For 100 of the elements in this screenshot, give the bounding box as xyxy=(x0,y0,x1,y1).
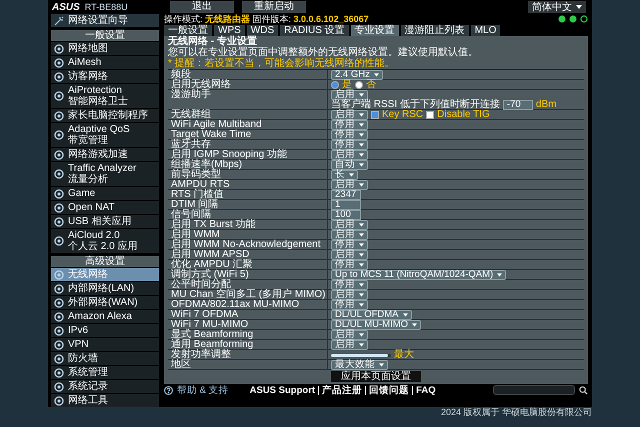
apply-button[interactable]: 应用本页面设置 xyxy=(331,371,421,382)
caret-icon xyxy=(412,323,418,327)
dropdown[interactable]: DL/UL MU-MIMO xyxy=(331,320,422,330)
unit-label: dBm xyxy=(536,100,556,110)
dropdown[interactable]: 启用 xyxy=(331,250,368,260)
sidebar-item[interactable]: Game xyxy=(51,187,159,200)
sidebar-item[interactable]: Open NAT xyxy=(51,201,159,214)
sidebar-item[interactable]: Traffic Analyzer 流量分析 xyxy=(51,162,159,186)
sidebar-item[interactable]: 家长电脑控制程序 xyxy=(51,109,159,122)
caret-icon xyxy=(359,163,364,167)
caret-icon xyxy=(359,123,364,127)
caret-icon xyxy=(359,343,364,347)
sidebar-item[interactable]: AiMesh xyxy=(51,56,159,69)
dropdown[interactable]: 停用 xyxy=(331,260,368,270)
sidebar-item[interactable]: 系统记录 xyxy=(51,380,159,393)
setting-label: 漫游助手 xyxy=(170,90,212,102)
status-dot-icon[interactable] xyxy=(569,15,577,23)
footer-link[interactable]: 产品注册 xyxy=(318,386,366,394)
setting-label: 调制方式 (WiFi 5) xyxy=(170,270,250,280)
tab[interactable]: MLO xyxy=(470,25,500,36)
caret-icon xyxy=(359,153,364,157)
dropdown[interactable]: 最大效能 xyxy=(331,360,388,370)
dropdown[interactable]: 停用 xyxy=(331,300,368,310)
ring-icon[interactable] xyxy=(580,15,588,23)
caret-icon xyxy=(359,223,364,227)
dropdown[interactable]: 启用 xyxy=(331,110,368,120)
setting-label: RTS 门槛值 xyxy=(170,190,225,200)
sidebar-item[interactable]: 网络工具 xyxy=(51,394,159,407)
dropdown[interactable]: 启用 xyxy=(331,90,368,100)
tab[interactable]: WPS xyxy=(214,25,245,36)
footer-link[interactable]: ASUS Support xyxy=(246,386,318,394)
setting-label: 公平时间分配 xyxy=(170,280,231,290)
dropdown[interactable]: 启用 xyxy=(331,340,368,350)
caret-icon xyxy=(359,303,364,307)
sidebar-item[interactable]: Adaptive QoS 带宽管理 xyxy=(51,123,159,147)
radio-button[interactable] xyxy=(355,81,363,89)
sidebar-item[interactable]: 系统管理 xyxy=(51,366,159,379)
sidebar-item[interactable]: AiCloud 2.0 个人云 2.0 应用 xyxy=(51,229,159,253)
tab[interactable]: WDS xyxy=(246,25,278,36)
status-dot-icon[interactable] xyxy=(558,15,566,23)
dropdown[interactable]: 启用 xyxy=(331,290,368,300)
dropdown[interactable]: 启用 xyxy=(331,150,368,160)
sidebar-item[interactable]: AiProtection 智能网络卫士 xyxy=(51,84,159,108)
setup-wizard-item[interactable]: 网络设置向导 xyxy=(51,14,159,27)
checkbox[interactable] xyxy=(426,111,434,119)
sidebar-item[interactable]: 网络地图 xyxy=(51,42,159,55)
input-field[interactable]: 1 xyxy=(331,200,361,210)
dropdown[interactable]: DL/UL OFDMA xyxy=(331,310,412,320)
warning-note: * 提醒：若设置不当，可能会影响无线网络的性能。 xyxy=(168,58,396,69)
setting-label: 显式 Beamforming xyxy=(170,330,254,340)
sidebar-item[interactable]: 内部网络(LAN) xyxy=(51,282,159,295)
radio-button[interactable] xyxy=(331,81,339,89)
dropdown[interactable]: 启用 xyxy=(331,180,368,190)
dropdown[interactable]: 自动 xyxy=(331,160,368,170)
sidebar-item[interactable]: 网络游戏加速 xyxy=(51,148,159,161)
dropdown[interactable]: 启用 xyxy=(331,330,368,340)
setting-label: 无线群组 xyxy=(170,110,211,120)
setting-label: 组播速率(Mbps) xyxy=(170,160,242,170)
header-button[interactable]: 退出 xyxy=(170,1,234,13)
header-button[interactable]: 重新启动 xyxy=(242,1,306,13)
status-text: 操作模式: 无线路由器 固件版本: 3.0.0.6.102_36067 xyxy=(164,14,369,24)
dropdown[interactable]: Up to MCS 11 (NitroQAM/1024-QAM) xyxy=(331,270,506,280)
sidebar-item[interactable]: Amazon Alexa xyxy=(51,310,159,323)
tab[interactable]: 专业设置 xyxy=(350,25,399,36)
tab[interactable]: RADIUS 设置 xyxy=(280,25,349,36)
dropdown[interactable]: 2.4 GHz xyxy=(331,70,383,80)
sidebar-item[interactable]: IPv6 xyxy=(51,324,159,337)
dropdown[interactable]: 停用 xyxy=(331,280,368,290)
setting-label: AMPDU RTS xyxy=(170,180,231,190)
dropdown[interactable]: 停用 xyxy=(331,140,368,150)
dropdown[interactable]: 长 xyxy=(331,170,358,180)
dropdown[interactable]: 启用 xyxy=(331,230,368,240)
input-field[interactable]: 2347 xyxy=(331,190,361,200)
dropdown[interactable]: 停用 xyxy=(331,240,368,250)
setting-label: 蓝牙共存 xyxy=(170,140,212,150)
sidebar-item[interactable]: 访客网络 xyxy=(51,70,159,83)
dropdown[interactable]: 启用 xyxy=(331,220,368,230)
sidebar-item[interactable]: USB 相关应用 xyxy=(51,215,159,228)
dropdown[interactable]: 停用 xyxy=(331,120,368,130)
slider-reading: 最大 xyxy=(394,350,414,360)
checkbox[interactable] xyxy=(371,111,379,119)
caret-icon xyxy=(402,313,408,317)
footer-link[interactable]: 回馈问题 xyxy=(365,386,412,394)
input-field[interactable]: -70 xyxy=(502,100,533,110)
sidebar-item[interactable]: VPN xyxy=(51,338,159,351)
input-field[interactable]: 100 xyxy=(331,210,361,220)
search-icon[interactable] xyxy=(579,386,588,394)
sidebar-item[interactable]: 防火墙 xyxy=(51,352,159,365)
dropdown[interactable]: 停用 xyxy=(331,130,368,140)
caret-icon xyxy=(359,253,364,257)
help-link[interactable]: 帮助 & 支持 xyxy=(177,384,229,396)
tab[interactable]: 漫游阻止列表 xyxy=(400,25,469,36)
tab[interactable]: 一般设置 xyxy=(164,25,212,36)
setting-label: 优化 AMPDU 汇聚 xyxy=(170,260,254,270)
search-field[interactable] xyxy=(493,385,575,395)
language-dropdown[interactable]: 简体中文 xyxy=(528,1,586,13)
caret-icon xyxy=(359,143,364,147)
setting-label: 信号间隔 xyxy=(170,210,212,220)
footer-link[interactable]: FAQ xyxy=(412,386,439,394)
sidebar-item[interactable]: 外部网络(WAN) xyxy=(51,296,159,309)
